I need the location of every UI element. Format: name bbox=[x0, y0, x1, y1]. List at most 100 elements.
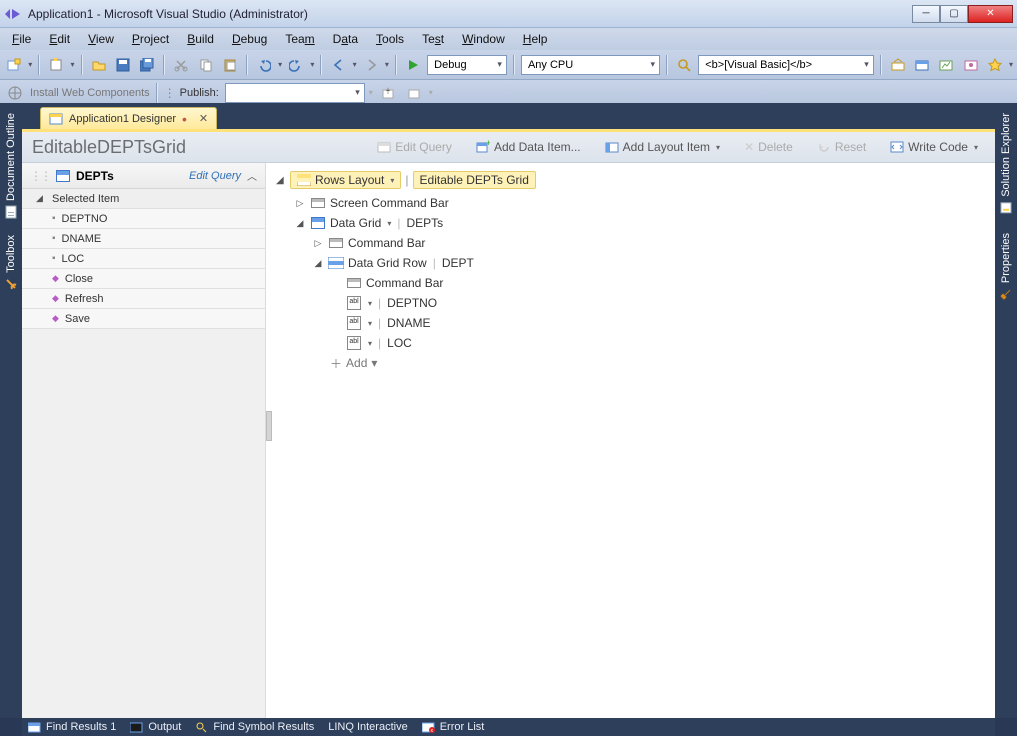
write-code-button[interactable]: Write Code ▾ bbox=[883, 137, 985, 157]
paste-button[interactable] bbox=[220, 54, 240, 76]
tree-node-col-deptno[interactable]: abl ▾ | DEPTNO bbox=[276, 293, 985, 313]
edit-query-button[interactable]: Edit Query bbox=[370, 137, 459, 157]
field-deptno[interactable]: ▪DEPTNO bbox=[22, 209, 265, 229]
action-refresh[interactable]: ◆Refresh bbox=[22, 289, 265, 309]
publish-icon-1[interactable] bbox=[377, 82, 399, 104]
delete-icon: ✕ bbox=[744, 140, 754, 154]
tree-caret-icon[interactable]: ◢ bbox=[276, 175, 286, 186]
field-dname[interactable]: ▪DNAME bbox=[22, 229, 265, 249]
open-button[interactable] bbox=[89, 54, 109, 76]
menu-test[interactable]: Test bbox=[414, 30, 452, 48]
menu-view[interactable]: View bbox=[80, 30, 122, 48]
tree-node-row-cmd-bar[interactable]: Command Bar bbox=[276, 273, 985, 293]
new-project-button[interactable] bbox=[4, 54, 24, 76]
menu-window[interactable]: Window bbox=[454, 30, 513, 48]
find-button[interactable] bbox=[674, 54, 694, 76]
menu-project[interactable]: Project bbox=[124, 30, 177, 48]
tb-icon-4[interactable] bbox=[960, 54, 980, 76]
minimize-button[interactable]: ─ bbox=[912, 5, 940, 23]
rows-layout-icon bbox=[297, 174, 311, 186]
cut-button[interactable] bbox=[171, 54, 191, 76]
copy-button[interactable] bbox=[195, 54, 215, 76]
dock-tab-toolbox[interactable]: Toolbox bbox=[2, 229, 20, 297]
action-save[interactable]: ◆Save bbox=[22, 309, 265, 329]
add-layout-item-button[interactable]: Add Layout Item ▾ bbox=[598, 137, 727, 157]
start-debug-button[interactable] bbox=[403, 54, 423, 76]
field-loc[interactable]: ▪LOC bbox=[22, 249, 265, 269]
platform-combo[interactable]: Any CPU bbox=[521, 55, 660, 75]
status-linq[interactable]: LINQ Interactive bbox=[328, 721, 407, 733]
action-close[interactable]: ◆Close bbox=[22, 269, 265, 289]
dock-tab-properties[interactable]: Properties bbox=[997, 227, 1015, 307]
find-context-combo[interactable]: <b>[Visual Basic]</b> bbox=[698, 55, 874, 75]
expand-icon[interactable]: ▷ bbox=[294, 198, 306, 209]
tree-add-item[interactable]: ＋ Add ▾ bbox=[276, 353, 985, 373]
publish-combo[interactable] bbox=[225, 83, 365, 103]
left-panel-title: DEPTs bbox=[76, 169, 183, 183]
menu-help[interactable]: Help bbox=[515, 30, 556, 48]
dock-tab-solution-explorer[interactable]: Solution Explorer bbox=[997, 107, 1015, 221]
status-output[interactable]: Output bbox=[130, 721, 181, 733]
plus-icon: ＋ bbox=[330, 355, 342, 372]
left-edit-query-link[interactable]: Edit Query bbox=[189, 170, 241, 182]
tree-node-data-grid-row[interactable]: ◢ Data Grid Row | DEPT bbox=[276, 253, 985, 273]
collapse-icon[interactable]: ︿ bbox=[247, 168, 257, 183]
redo-button[interactable] bbox=[286, 54, 306, 76]
dock-tab-document-outline[interactable]: Document Outline bbox=[2, 107, 20, 225]
menu-debug[interactable]: Debug bbox=[224, 30, 275, 48]
caret-icon: ◢ bbox=[36, 193, 46, 204]
status-find-symbol[interactable]: Find Symbol Results bbox=[195, 721, 314, 733]
menu-file[interactable]: File bbox=[4, 30, 39, 48]
save-all-button[interactable] bbox=[137, 54, 157, 76]
menu-tools[interactable]: Tools bbox=[368, 30, 412, 48]
title-bar: Application1 - Microsoft Visual Studio (… bbox=[0, 0, 1017, 28]
expand-icon[interactable]: ◢ bbox=[294, 218, 306, 229]
expand-icon[interactable]: ▷ bbox=[312, 238, 324, 249]
tree-node-col-dname[interactable]: abl ▾ | DNAME bbox=[276, 313, 985, 333]
standard-toolbar: ▾ ▾ ▾ ▾ ▾ ▾ Debug Any CPU <b>[Visual Bas… bbox=[0, 50, 1017, 80]
menu-data[interactable]: Data bbox=[325, 30, 366, 48]
find-symbol-icon bbox=[195, 721, 209, 733]
textbox-icon: abl bbox=[346, 336, 362, 350]
selected-item-section[interactable]: ◢ Selected Item bbox=[22, 189, 265, 209]
command-bar-icon bbox=[346, 276, 362, 290]
method-icon: ◆ bbox=[52, 293, 59, 304]
expand-icon[interactable]: ◢ bbox=[312, 258, 324, 269]
menu-edit[interactable]: Edit bbox=[41, 30, 78, 48]
crumb-rows-layout[interactable]: Rows Layout ▾ bbox=[290, 171, 401, 189]
write-code-icon bbox=[890, 140, 904, 154]
document-tab-close-icon[interactable]: ✕ bbox=[199, 112, 208, 125]
tree-node-screen-cmd[interactable]: ▷ Screen Command Bar bbox=[276, 193, 985, 213]
tree-node-col-loc[interactable]: abl ▾ | LOC bbox=[276, 333, 985, 353]
status-error-list[interactable]: x Error List bbox=[422, 721, 485, 733]
document-tab-designer[interactable]: Application1 Designer • ✕ bbox=[40, 107, 217, 129]
status-find-results[interactable]: Find Results 1 bbox=[28, 721, 116, 733]
install-web-label[interactable]: Install Web Components bbox=[30, 87, 150, 99]
tb-icon-1[interactable] bbox=[888, 54, 908, 76]
undo-button[interactable] bbox=[254, 54, 274, 76]
close-button[interactable]: ✕ bbox=[968, 5, 1013, 23]
crumb-grid-name[interactable]: Editable DEPTs Grid bbox=[413, 171, 536, 189]
maximize-button[interactable]: ▢ bbox=[940, 5, 968, 23]
install-web-icon[interactable] bbox=[4, 82, 26, 104]
tree-node-cmd-bar[interactable]: ▷ Command Bar bbox=[276, 233, 985, 253]
tree-node-data-grid[interactable]: ◢ Data Grid ▾ | DEPTs bbox=[276, 213, 985, 233]
tb-icon-3[interactable] bbox=[936, 54, 956, 76]
reset-button[interactable]: Reset bbox=[810, 137, 873, 157]
add-data-item-button[interactable]: + Add Data Item... bbox=[469, 137, 588, 157]
grip-icon: ⋮⋮ bbox=[30, 169, 50, 183]
add-item-button[interactable] bbox=[46, 54, 66, 76]
delete-button[interactable]: ✕ Delete bbox=[737, 137, 800, 157]
save-button[interactable] bbox=[113, 54, 133, 76]
output-icon bbox=[130, 721, 144, 733]
config-combo[interactable]: Debug bbox=[427, 55, 507, 75]
method-icon: ◆ bbox=[52, 313, 59, 324]
publish-icon-2[interactable] bbox=[403, 82, 425, 104]
menu-build[interactable]: Build bbox=[179, 30, 222, 48]
bottom-tool-windows: Find Results 1 Output Find Symbol Result… bbox=[22, 718, 995, 736]
menu-team[interactable]: Team bbox=[277, 30, 322, 48]
tb-icon-5[interactable] bbox=[985, 54, 1005, 76]
tb-icon-2[interactable] bbox=[912, 54, 932, 76]
nav-fwd-button[interactable] bbox=[361, 54, 381, 76]
nav-back-button[interactable] bbox=[328, 54, 348, 76]
